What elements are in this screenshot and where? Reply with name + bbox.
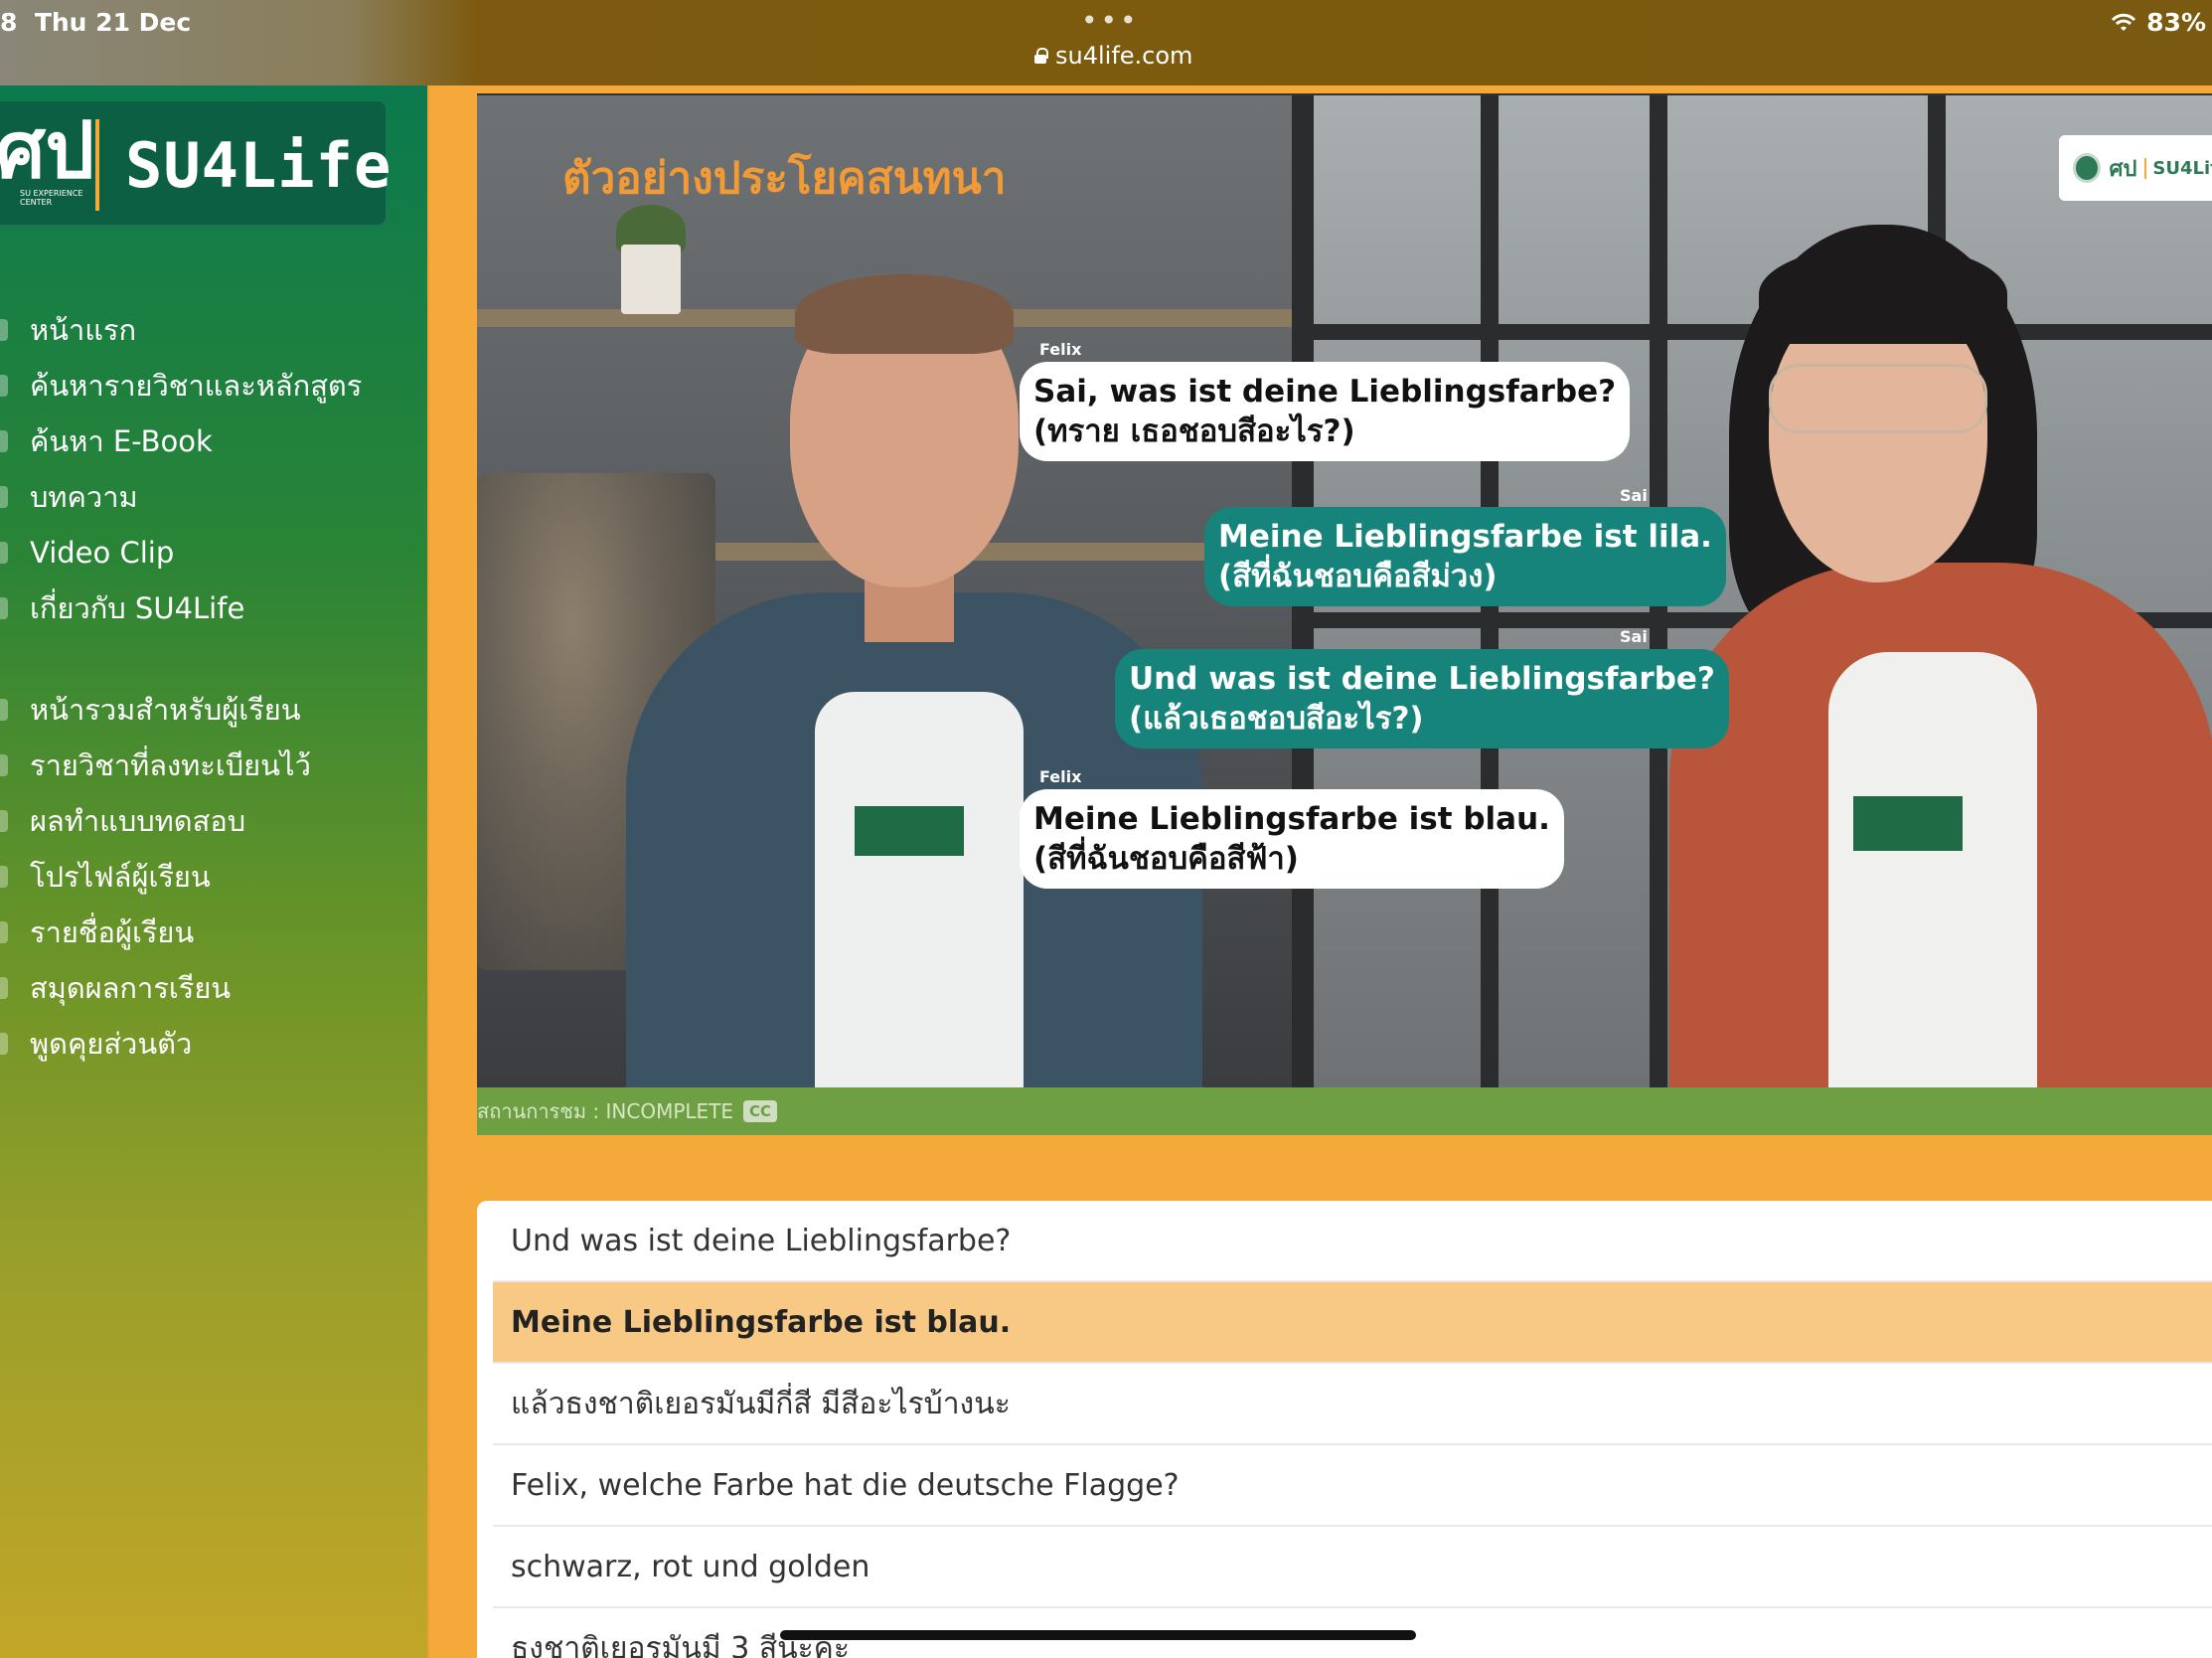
profile-icon bbox=[0, 866, 8, 888]
bubble-line-thai: (สีที่ฉันชอบคือสีม่วง) bbox=[1218, 559, 1498, 594]
bubble-line-thai: (สีที่ฉันชอบคือสีฟ้า) bbox=[1033, 841, 1299, 877]
bubble-line-thai: (ทราย เธอชอบสีอะไร?) bbox=[1033, 414, 1355, 449]
felix-shirt-logo bbox=[855, 806, 964, 856]
bubble-line-german: Sai, was ist deine Lieblingsfarbe? bbox=[1033, 374, 1617, 410]
speaker-label: Sai bbox=[1620, 486, 1648, 505]
address-bar[interactable]: su4life.com bbox=[1033, 42, 1192, 70]
felix-hair bbox=[795, 274, 1014, 354]
sidebar: ศป SU EXPERIENCE CENTER SU4Life หน้าแรก … bbox=[0, 85, 429, 1658]
status-bar: 8 Thu 21 Dec ••• su4life.com 83% bbox=[0, 0, 2212, 85]
sidebar-item-label: พูดคุยส่วนตัว bbox=[30, 1027, 193, 1061]
bubble-line-german: Und was ist deine Lieblingsfarbe? bbox=[1129, 661, 1715, 697]
university-seal-icon bbox=[2073, 153, 2102, 183]
sidebar-item-enrolled-courses[interactable]: รายวิชาที่ลงทะเบียนไว้ bbox=[0, 738, 427, 793]
book-icon bbox=[0, 430, 8, 452]
sai-bangs bbox=[1759, 245, 2007, 344]
sidebar-item-learner-list[interactable]: รายชื่อผู้เรียน bbox=[0, 905, 427, 960]
more-dots-icon[interactable]: ••• bbox=[1081, 4, 1140, 37]
sidebar-item-label: รายชื่อผู้เรียน bbox=[30, 915, 195, 949]
article-icon bbox=[0, 486, 8, 508]
transcript-row[interactable]: แล้วธงชาติเยอรมันมีกี่สี มีสีอะไรบ้างนะ bbox=[493, 1364, 2212, 1445]
site-logo[interactable]: ศป SU EXPERIENCE CENTER SU4Life bbox=[0, 101, 391, 225]
lock-icon bbox=[1033, 48, 1048, 64]
logo-mark: ศป SU EXPERIENCE CENTER bbox=[0, 105, 95, 208]
sidebar-item-home[interactable]: หน้าแรก bbox=[0, 302, 427, 358]
wifi-icon bbox=[2112, 13, 2136, 31]
sidebar-item-learner-dashboard[interactable]: หน้ารวมสำหรับผู้เรียน bbox=[0, 682, 427, 738]
notebook-icon bbox=[0, 977, 8, 999]
url-text: su4life.com bbox=[1055, 42, 1193, 70]
bubble-line-thai: (แล้วเธอชอบสีอะไร?) bbox=[1129, 701, 1424, 737]
sidebar-item-test-results[interactable]: ผลทำแบบทดสอบ bbox=[0, 793, 427, 849]
speech-bubble: Meine Lieblingsfarbe ist lila. (สีที่ฉัน… bbox=[1204, 507, 1726, 606]
sidebar-item-video-clip[interactable]: Video Clip bbox=[0, 525, 427, 580]
badge-text: SU4Lif bbox=[2144, 157, 2212, 179]
battery-percent: 83% bbox=[2146, 8, 2206, 37]
bubble-line-german: Meine Lieblingsfarbe ist lila. bbox=[1218, 519, 1712, 555]
transcript-row[interactable]: Felix, welche Farbe hat die deutsche Fla… bbox=[493, 1445, 2212, 1527]
video-player[interactable]: ตัวอย่างประโยคสนทนา ศป SU4Lif Felix Sai,… bbox=[477, 93, 2212, 1087]
sidebar-item-label: สมุดผลการเรียน bbox=[30, 971, 232, 1005]
watch-status: สถานการชม : INCOMPLETE bbox=[477, 1099, 734, 1123]
sidebar-item-label: เกี่ยวกับ SU4Life bbox=[30, 591, 245, 625]
transcript-row[interactable]: Und was ist deine Lieblingsfarbe? bbox=[493, 1201, 2212, 1282]
sidebar-item-transcript-book[interactable]: สมุดผลการเรียน bbox=[0, 960, 427, 1016]
sidebar-item-about[interactable]: เกี่ยวกับ SU4Life bbox=[0, 580, 427, 636]
speech-bubble: Sai, was ist deine Lieblingsfarbe? (ทราย… bbox=[1020, 362, 1631, 461]
users-icon bbox=[0, 921, 8, 943]
closed-captions-button[interactable]: CC bbox=[743, 1100, 778, 1122]
sai-shirt-logo bbox=[1853, 796, 1963, 851]
main-content: ตัวอย่างประโยคสนทนา ศป SU4Lif Felix Sai,… bbox=[429, 85, 2212, 1658]
sidebar-item-label: Video Clip bbox=[30, 536, 175, 570]
sidebar-item-private-chat[interactable]: พูดคุยส่วนตัว bbox=[0, 1016, 427, 1072]
video-title: ตัวอย่างประโยคสนทนา bbox=[562, 153, 1007, 204]
home-icon bbox=[0, 319, 8, 341]
speaker-label: Felix bbox=[1039, 767, 1082, 786]
sidebar-item-articles[interactable]: บทความ bbox=[0, 469, 427, 525]
dashboard-icon bbox=[0, 699, 8, 721]
search-icon bbox=[0, 375, 8, 397]
sidebar-item-label: ค้นหารายวิชาและหลักสูตร bbox=[30, 369, 363, 403]
badge-mark: ศป bbox=[2109, 156, 2137, 182]
sidebar-item-label: ค้นหา E-Book bbox=[30, 424, 213, 458]
bubble-line-german: Meine Lieblingsfarbe ist blau. bbox=[1033, 801, 1550, 837]
transcript-row[interactable]: schwarz, rot und golden bbox=[493, 1527, 2212, 1608]
transcript-row-active[interactable]: Meine Lieblingsfarbe ist blau. bbox=[493, 1282, 2212, 1364]
felix-shirt bbox=[815, 692, 1024, 1087]
result-icon bbox=[0, 810, 8, 832]
speaker-label: Sai bbox=[1620, 627, 1648, 646]
sidebar-item-label: หน้าแรก bbox=[30, 313, 137, 347]
sidebar-item-ebook-search[interactable]: ค้นหา E-Book bbox=[0, 414, 427, 469]
sidebar-item-profile[interactable]: โปรไฟล์ผู้เรียน bbox=[0, 849, 427, 905]
video-status-bar: สถานการชม : INCOMPLETE CC bbox=[477, 1087, 2212, 1135]
video-brand-badge: ศป SU4Lif bbox=[2059, 135, 2212, 201]
info-icon bbox=[0, 597, 8, 619]
transcript-panel[interactable]: Und was ist deine Lieblingsfarbe? Meine … bbox=[477, 1201, 2212, 1658]
sidebar-item-course-search[interactable]: ค้นหารายวิชาและหลักสูตร bbox=[0, 358, 427, 414]
chat-icon bbox=[0, 1033, 8, 1055]
status-time: 8 Thu 21 Dec bbox=[0, 8, 192, 37]
plant-pot bbox=[621, 245, 681, 314]
speech-bubble: Und was ist deine Lieblingsfarbe? (แล้วเ… bbox=[1115, 649, 1729, 748]
sidebar-item-label: โปรไฟล์ผู้เรียน bbox=[30, 860, 211, 894]
status-date: Thu 21 Dec bbox=[34, 8, 192, 37]
sai-glasses bbox=[1769, 364, 1987, 433]
sai-shirt bbox=[1828, 652, 2037, 1087]
logo-divider bbox=[95, 119, 99, 211]
status-right: 83% bbox=[2111, 8, 2206, 37]
sidebar-item-label: รายวิชาที่ลงทะเบียนไว้ bbox=[30, 748, 311, 782]
logo-text: SU4Life bbox=[125, 129, 393, 202]
home-indicator[interactable] bbox=[780, 1630, 1416, 1640]
video-icon bbox=[0, 542, 8, 564]
sidebar-item-label: บทความ bbox=[30, 480, 138, 514]
speech-bubble: Meine Lieblingsfarbe ist blau. (สีที่ฉัน… bbox=[1020, 789, 1564, 889]
sidebar-item-label: ผลทำแบบทดสอบ bbox=[30, 804, 246, 838]
course-icon bbox=[0, 754, 8, 776]
speaker-label: Felix bbox=[1039, 340, 1082, 359]
sidebar-item-label: หน้ารวมสำหรับผู้เรียน bbox=[30, 693, 301, 727]
